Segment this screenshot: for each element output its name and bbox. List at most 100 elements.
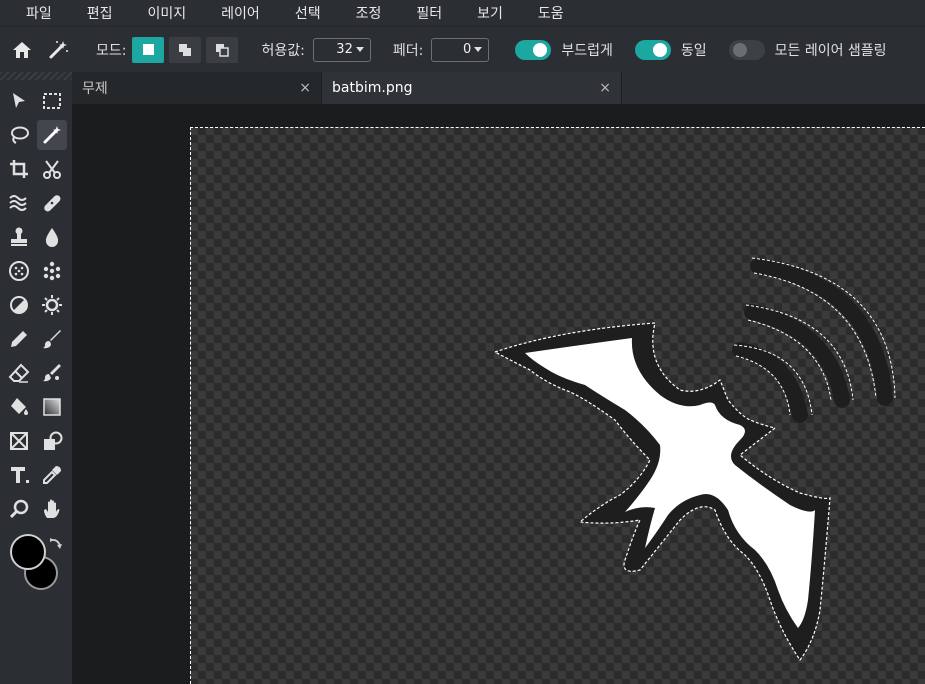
eyedropper-tool[interactable]	[37, 460, 67, 490]
brush-tool[interactable]	[37, 324, 67, 354]
eyedropper-icon	[43, 466, 61, 484]
dodge-tool[interactable]	[4, 290, 34, 320]
shape-tool[interactable]	[37, 426, 67, 456]
toggle-knob	[652, 42, 667, 57]
tab-untitled[interactable]: 무제 ×	[72, 72, 322, 104]
stamp-tool[interactable]	[4, 222, 34, 252]
toggle-knob	[732, 42, 747, 57]
magic-wand-tool[interactable]	[37, 120, 67, 150]
home-icon	[13, 41, 31, 58]
marquee-icon	[43, 93, 61, 109]
cut-tool[interactable]	[37, 154, 67, 184]
contiguous-label: 동일	[680, 42, 707, 59]
scissors-icon	[43, 160, 61, 179]
drop-icon	[45, 228, 59, 247]
tolerance-dropdown[interactable]: 32	[312, 37, 371, 62]
chevron-down-icon	[355, 47, 364, 52]
menu-layer[interactable]: 레이어	[209, 3, 260, 23]
swap-arrows-icon	[50, 538, 62, 549]
lasso-icon	[11, 126, 29, 144]
frame-tool[interactable]	[4, 426, 34, 456]
home-button[interactable]	[2, 27, 42, 73]
liquify-tool[interactable]	[4, 188, 34, 218]
mode-add-selection-button[interactable]	[169, 36, 202, 63]
liquify-icon	[9, 195, 27, 211]
sponge-tool[interactable]	[4, 256, 34, 286]
document-tabs: 무제 × batbim.png ×	[72, 72, 925, 104]
heal-icon	[44, 195, 61, 212]
marquee-tool[interactable]	[37, 86, 67, 116]
options-bar: 모드: 허용값: 32 페더: 0 부드럽게 동일 모든 레이어 샘플링	[0, 26, 925, 72]
sample-all-layers-label: 모든 레이어 샘플링	[774, 42, 887, 59]
frame-icon	[10, 432, 28, 450]
close-icon[interactable]: ×	[299, 80, 311, 96]
feather-label: 페더:	[392, 42, 424, 59]
smooth-toggle[interactable]	[515, 39, 552, 60]
panel-grip[interactable]	[0, 72, 72, 80]
gradient-tool[interactable]	[37, 392, 67, 422]
move-tool[interactable]	[4, 86, 34, 116]
eraser-tool[interactable]	[4, 358, 34, 388]
menu-filter[interactable]: 필터	[404, 3, 442, 23]
tolerance-value: 32	[336, 42, 353, 57]
chevron-down-icon	[474, 47, 483, 52]
blur-tool[interactable]	[37, 222, 67, 252]
tolerance-label: 허용값:	[261, 42, 305, 59]
zoom-icon	[9, 499, 29, 519]
sharpen-tool[interactable]	[37, 290, 67, 320]
magic-wand-icon	[43, 126, 61, 144]
menu-select[interactable]: 선택	[283, 3, 321, 23]
tools-panel	[0, 72, 72, 684]
pen-tool[interactable]	[4, 324, 34, 354]
signal-arc-small	[732, 342, 808, 423]
mode-subtract-selection-button[interactable]	[206, 36, 239, 63]
bat-image	[493, 257, 896, 662]
move-icon	[13, 93, 25, 108]
zoom-tool[interactable]	[4, 494, 34, 524]
fill-tool[interactable]	[4, 392, 34, 422]
hand-tool[interactable]	[37, 494, 67, 524]
lasso-tool[interactable]	[4, 120, 34, 150]
sample-all-layers-toggle[interactable]	[728, 39, 765, 60]
menu-view[interactable]: 보기	[465, 3, 503, 23]
mode-label: 모드:	[96, 42, 127, 59]
hand-icon	[44, 499, 60, 518]
brush-icon	[43, 330, 61, 349]
swap-colors-button[interactable]	[48, 536, 64, 552]
dots-icon	[43, 261, 61, 281]
text-icon	[11, 467, 29, 483]
dodge-icon	[10, 296, 28, 314]
canvas[interactable]	[190, 127, 925, 684]
feather-dropdown[interactable]: 0	[431, 37, 490, 62]
subtract-selection-icon	[216, 43, 230, 57]
pen-icon	[11, 331, 27, 347]
tab-batbim[interactable]: batbim.png ×	[322, 72, 622, 104]
smooth-label: 부드럽게	[561, 42, 613, 59]
bucket-icon	[11, 398, 28, 415]
shapes-icon	[44, 431, 63, 450]
menu-adjust[interactable]: 조정	[344, 3, 382, 23]
stamp-icon	[11, 227, 27, 246]
gradient-icon	[43, 398, 61, 416]
pixelate-tool[interactable]	[37, 256, 67, 286]
crop-icon	[10, 160, 28, 178]
heal-tool[interactable]	[37, 188, 67, 218]
crop-tool[interactable]	[4, 154, 34, 184]
foreground-color-swatch[interactable]	[10, 534, 46, 570]
contiguous-toggle[interactable]	[634, 39, 671, 60]
mode-new-selection-button[interactable]	[132, 36, 165, 63]
close-icon[interactable]: ×	[599, 80, 611, 96]
add-selection-icon	[179, 43, 192, 56]
menu-help[interactable]: 도움	[526, 3, 564, 23]
toggle-knob	[533, 42, 548, 57]
menu-edit[interactable]: 편집	[75, 3, 113, 23]
new-selection-icon	[142, 44, 154, 55]
menu-bar: 파일 편집 이미지 레이어 선택 조정 필터 보기 도움	[0, 0, 925, 26]
menu-file[interactable]: 파일	[14, 3, 52, 23]
sponge-icon	[9, 261, 29, 281]
sun-icon	[42, 295, 62, 315]
eraser-icon	[8, 363, 30, 383]
text-tool[interactable]	[4, 460, 34, 490]
menu-image[interactable]: 이미지	[136, 3, 187, 23]
color-replace-tool[interactable]	[37, 358, 67, 388]
